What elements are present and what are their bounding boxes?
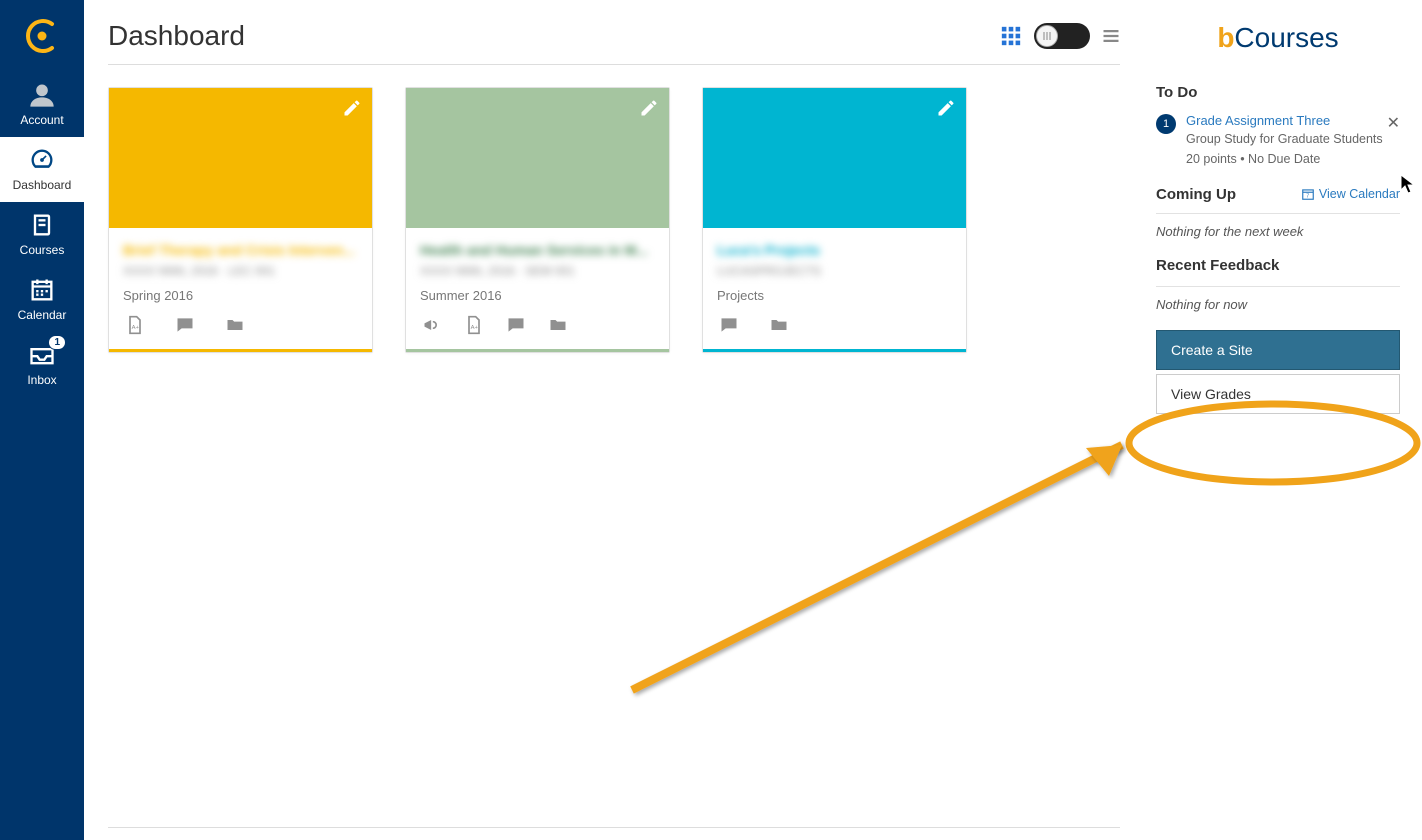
header-tools xyxy=(1000,23,1120,49)
grid-view-icon[interactable] xyxy=(1000,25,1022,47)
edit-icon[interactable] xyxy=(936,98,956,118)
header: Dashboard xyxy=(108,20,1120,65)
color-toggle[interactable] xyxy=(1034,23,1090,49)
todo-link[interactable]: Grade Assignment Three xyxy=(1186,113,1383,128)
todo-heading: To Do xyxy=(1156,84,1400,101)
nav-calendar[interactable]: Calendar xyxy=(0,267,84,332)
nav-courses-label: Courses xyxy=(20,243,65,257)
right-sidebar: bCourses To Do 1 Grade Assignment Three … xyxy=(1144,0,1422,414)
list-view-icon[interactable] xyxy=(1102,27,1120,45)
nav-account-label: Account xyxy=(20,113,63,127)
course-cards: Brief Therapy and Crisis Interven... XXX… xyxy=(108,87,1120,353)
announcement-icon[interactable] xyxy=(422,315,442,335)
divider xyxy=(1156,213,1400,214)
berkeley-logo-icon xyxy=(22,16,62,56)
course-card[interactable]: Brief Therapy and Crisis Interven... XXX… xyxy=(108,87,373,353)
card-footer xyxy=(703,303,966,349)
toggle-knob xyxy=(1036,25,1058,47)
edit-icon[interactable] xyxy=(342,98,362,118)
logo[interactable] xyxy=(0,0,84,72)
feedback-message: Nothing for now xyxy=(1156,297,1400,312)
close-icon[interactable]: ✕ xyxy=(1387,113,1400,133)
user-icon xyxy=(28,81,56,109)
global-nav: Account Dashboard Courses Calendar 1 Inb… xyxy=(0,0,84,840)
card-accent xyxy=(406,349,669,352)
todo-meta: 20 points • No Due Date xyxy=(1186,151,1383,168)
nav-inbox-label: Inbox xyxy=(27,373,56,387)
svg-text:A+: A+ xyxy=(132,325,140,331)
view-grades-button[interactable]: View Grades xyxy=(1156,374,1400,414)
chat-icon[interactable] xyxy=(506,315,526,335)
card-title: Brief Therapy and Crisis Interven... xyxy=(123,242,358,260)
card-footer: A+ xyxy=(406,303,669,349)
nav-calendar-label: Calendar xyxy=(18,308,67,322)
card-term: Projects xyxy=(717,288,952,303)
card-subtitle: XXXX NNN, 2016 · SEM 001 xyxy=(420,264,655,278)
nav-inbox[interactable]: 1 Inbox xyxy=(0,332,84,397)
coming-up-message: Nothing for the next week xyxy=(1156,224,1400,239)
book-icon xyxy=(28,211,56,239)
chat-icon[interactable] xyxy=(719,315,739,335)
page-title: Dashboard xyxy=(108,20,245,52)
calendar-icon xyxy=(28,276,56,304)
card-term: Summer 2016 xyxy=(420,288,655,303)
view-calendar-link[interactable]: 7 View Calendar xyxy=(1301,187,1400,201)
card-footer: A+ xyxy=(109,303,372,349)
card-term: Spring 2016 xyxy=(123,288,358,303)
main-content: Dashboard Brief Therapy and Crisis Inter… xyxy=(84,0,1144,840)
folder-icon[interactable] xyxy=(225,315,245,335)
chat-icon[interactable] xyxy=(175,315,195,335)
card-title: Luca's Projects xyxy=(717,242,952,260)
card-title: Health and Human Services in M... xyxy=(420,242,655,260)
divider xyxy=(1156,286,1400,287)
folder-icon[interactable] xyxy=(769,315,789,335)
feedback-heading: Recent Feedback xyxy=(1156,257,1400,274)
card-header xyxy=(109,88,372,228)
card-accent xyxy=(109,349,372,352)
footer-divider xyxy=(108,827,1120,828)
todo-item[interactable]: 1 Grade Assignment Three Group Study for… xyxy=(1156,113,1400,168)
todo-count-badge: 1 xyxy=(1156,114,1176,134)
create-site-button[interactable]: Create a Site xyxy=(1156,330,1400,370)
todo-course: Group Study for Graduate Students xyxy=(1186,131,1383,148)
nav-dashboard[interactable]: Dashboard xyxy=(0,137,84,202)
card-header xyxy=(703,88,966,228)
edit-icon[interactable] xyxy=(639,98,659,118)
course-card[interactable]: Luca's Projects LUCASPROJECTS Projects xyxy=(702,87,967,353)
coming-up-heading: Coming Up xyxy=(1156,186,1236,203)
inbox-badge: 1 xyxy=(48,335,66,350)
card-header xyxy=(406,88,669,228)
calendar-small-icon: 7 xyxy=(1301,187,1315,201)
svg-text:A+: A+ xyxy=(471,325,479,331)
nav-courses[interactable]: Courses xyxy=(0,202,84,267)
brand-logo: bCourses xyxy=(1156,22,1400,54)
folder-icon[interactable] xyxy=(548,315,568,335)
nav-account[interactable]: Account xyxy=(0,72,84,137)
nav-dashboard-label: Dashboard xyxy=(13,178,72,192)
file-icon[interactable]: A+ xyxy=(464,315,484,335)
card-subtitle: XXXX NNN, 2016 · LEC 001 xyxy=(123,264,358,278)
card-subtitle: LUCASPROJECTS xyxy=(717,264,952,278)
file-icon[interactable]: A+ xyxy=(125,315,145,335)
card-accent xyxy=(703,349,966,352)
svg-text:7: 7 xyxy=(1306,194,1309,200)
gauge-icon xyxy=(28,146,56,174)
cursor-icon xyxy=(1400,174,1416,194)
course-card[interactable]: Health and Human Services in M... XXXX N… xyxy=(405,87,670,353)
